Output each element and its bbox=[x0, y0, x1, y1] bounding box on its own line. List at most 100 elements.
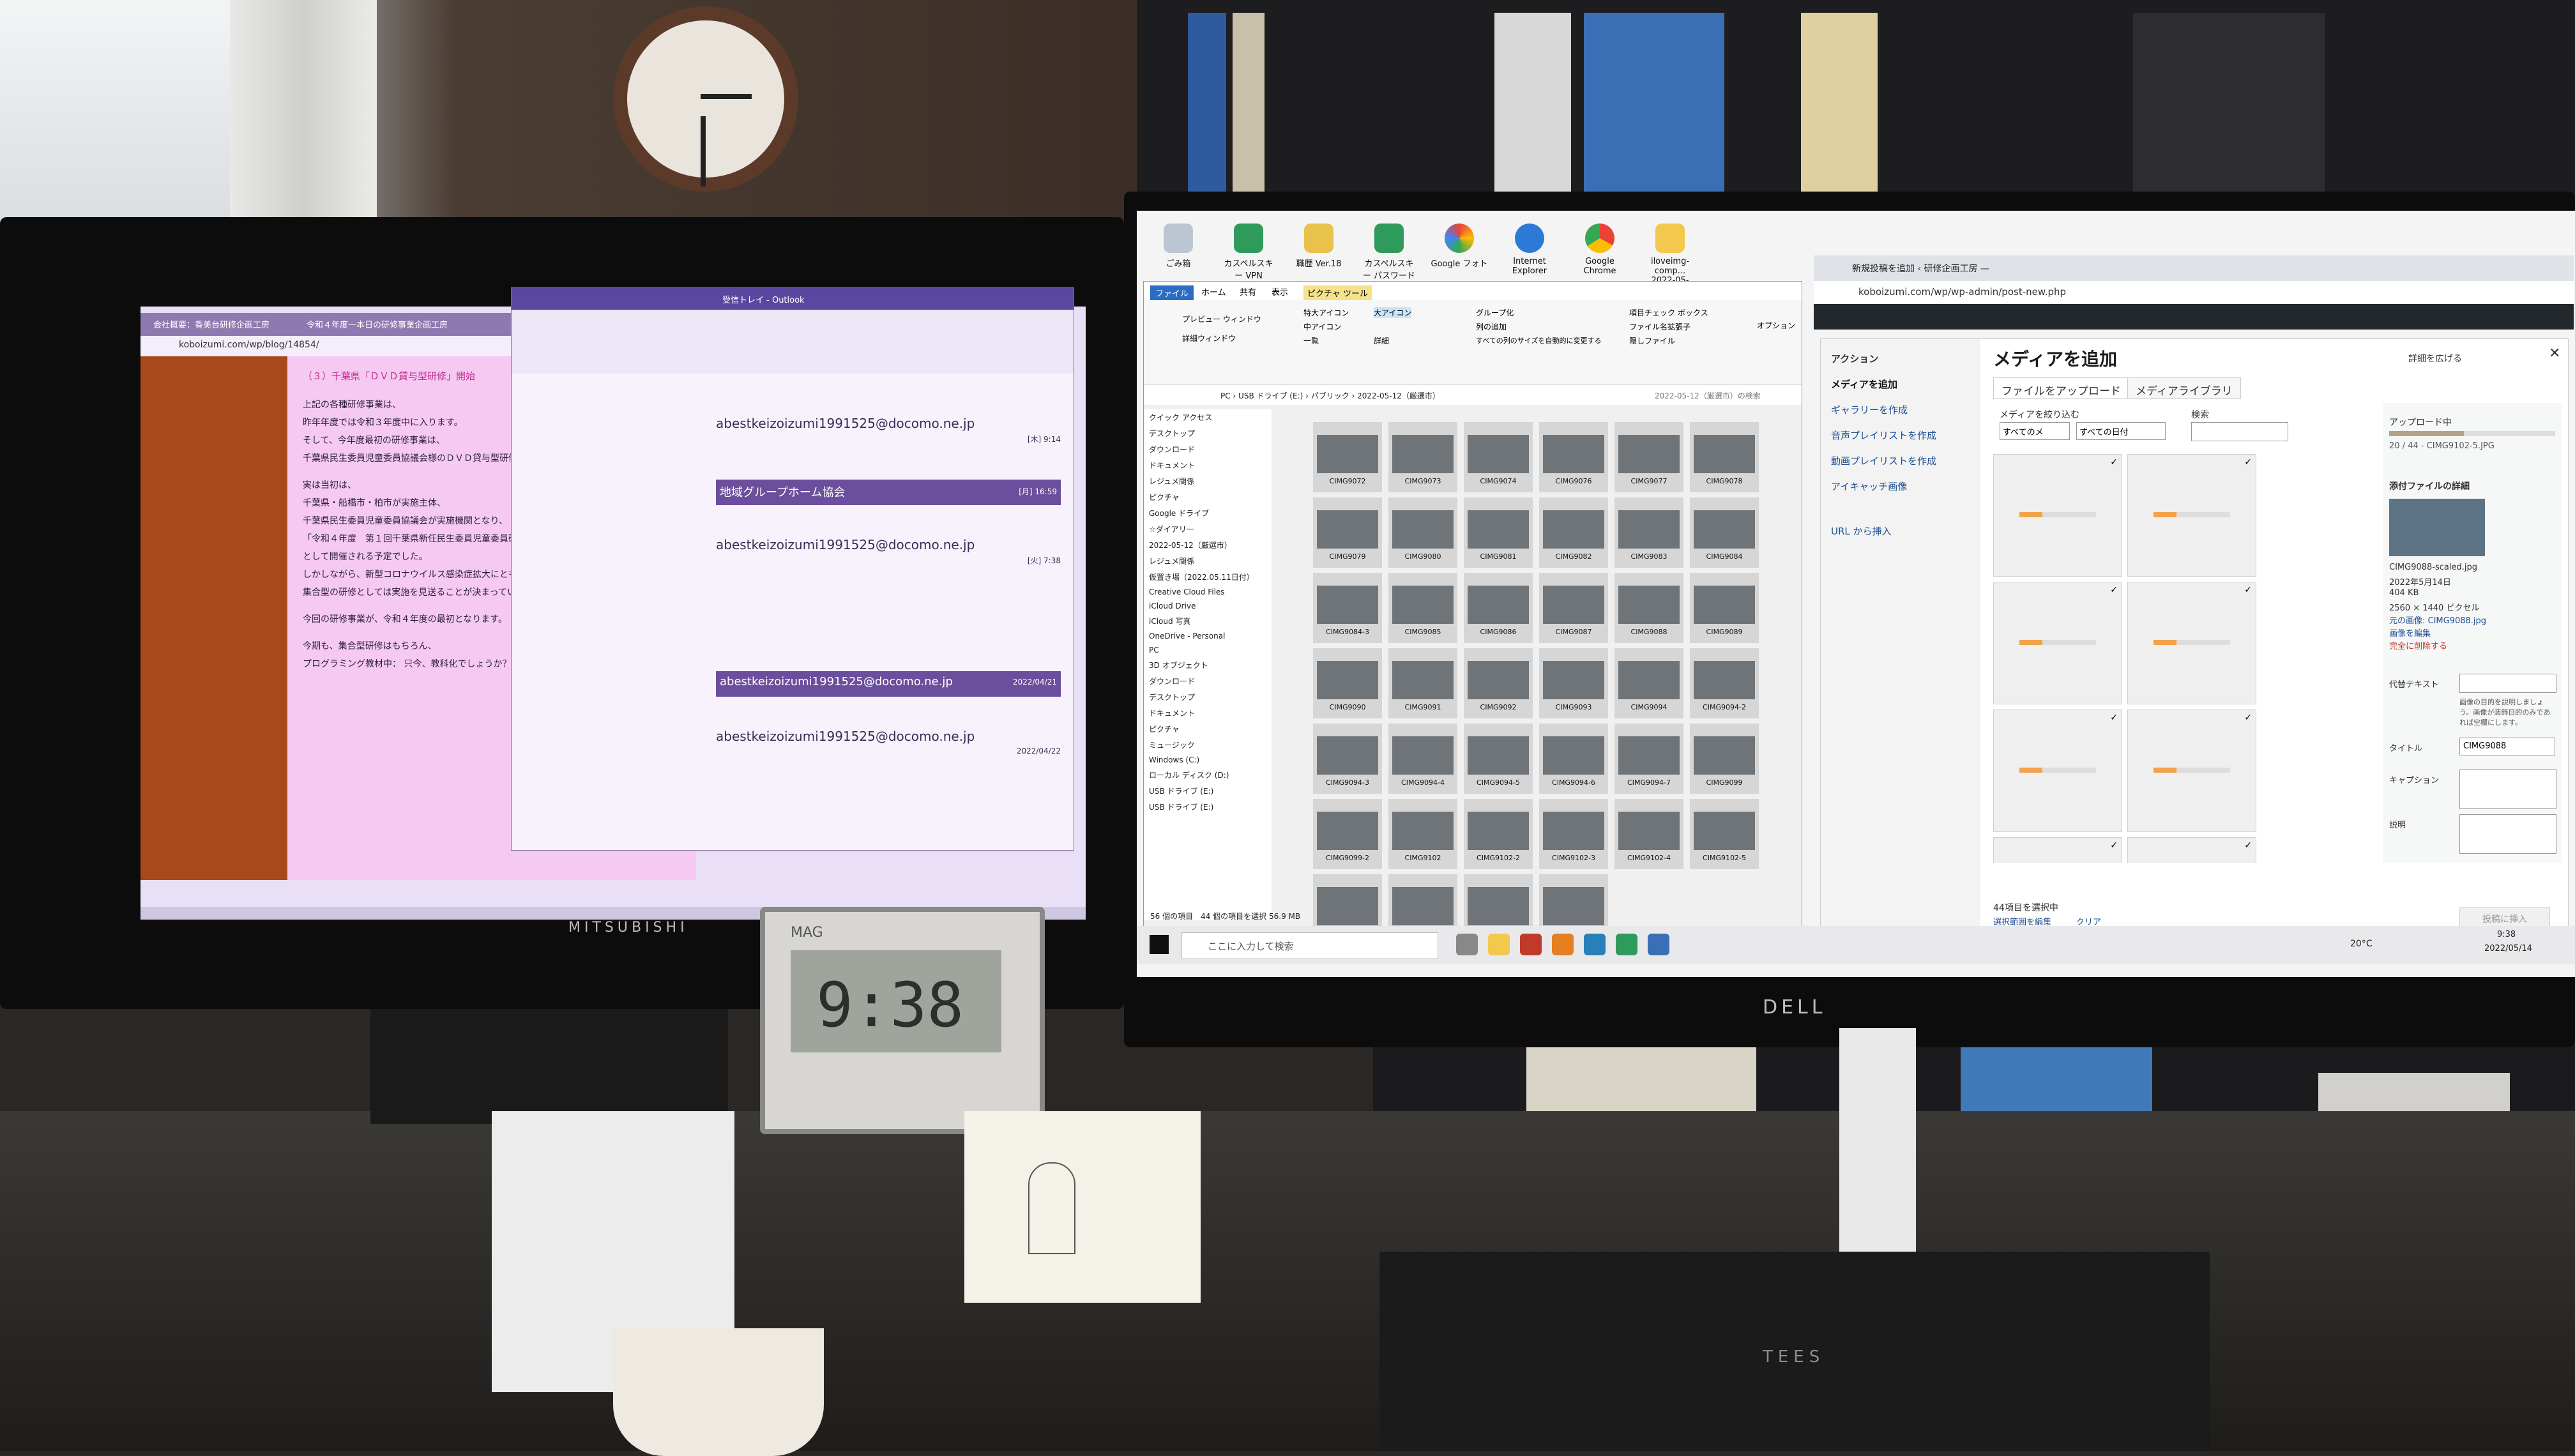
explorer-thumbnail[interactable]: CIMG9102-3 bbox=[1539, 799, 1608, 869]
explorer-thumbnail[interactable]: CIMG9102-2 bbox=[1464, 799, 1533, 869]
explorer-thumbnail[interactable]: CIMG9078 bbox=[1690, 422, 1759, 492]
wp-menu-audio-playlist[interactable]: 音声プレイリストを作成 bbox=[1831, 428, 1936, 442]
wp-expand-details-link[interactable]: 詳細を広げる bbox=[2408, 352, 2462, 365]
explorer-nav-item[interactable]: 仮置き場（2022.05.11日付） bbox=[1144, 569, 1272, 585]
explorer-nav-item[interactable]: ミュージック bbox=[1144, 737, 1272, 753]
wp-alt-input[interactable] bbox=[2459, 674, 2556, 693]
desktop-icon-recycle-bin[interactable]: ごみ箱 bbox=[1150, 224, 1207, 269]
address-input[interactable]: koboizumi.com/wp/blog/14854/ bbox=[179, 340, 319, 350]
wp-media-item[interactable]: ✓ bbox=[2127, 454, 2256, 577]
wp-media-item[interactable]: ✓ bbox=[2127, 837, 2256, 863]
explorer-nav-item[interactable]: ローカル ディスク (D:) bbox=[1144, 767, 1272, 783]
close-icon[interactable]: ✕ bbox=[2549, 345, 2560, 361]
explorer-thumbnail[interactable]: CIMG9077 bbox=[1614, 422, 1683, 492]
ribbon-options[interactable]: オプション bbox=[1757, 320, 1795, 331]
app-icon[interactable] bbox=[1520, 934, 1542, 955]
explorer-thumbnail[interactable]: CIMG9094-4 bbox=[1388, 724, 1457, 794]
browser-tab[interactable]: 会社概要：香美台研修企画工房 bbox=[153, 318, 270, 330]
explorer-nav-item[interactable]: USB ドライブ (E:) bbox=[1144, 799, 1272, 815]
wp-media-item[interactable]: ✓ bbox=[2127, 582, 2256, 704]
explorer-path[interactable]: PC › USB ドライブ (E:) › パブリック › 2022-05-12（… bbox=[1220, 390, 1440, 401]
mail-item[interactable]: abestkeizoizumi1991525@docomo.ne.jp 2022… bbox=[716, 729, 1061, 755]
wp-media-item[interactable]: ✓ bbox=[1993, 837, 2122, 863]
mail-item-selected[interactable]: 地域グループホーム協会 [月] 16:59 bbox=[716, 480, 1061, 505]
desktop-icon-chrome[interactable]: Google Chrome bbox=[1571, 224, 1629, 276]
explorer-thumbnail[interactable]: CIMG9079 bbox=[1313, 497, 1382, 568]
desktop-icon-ie[interactable]: Internet Explorer bbox=[1501, 224, 1558, 276]
explorer-thumbnail[interactable]: CIMG9084 bbox=[1690, 497, 1759, 568]
explorer-thumbnail[interactable]: CIMG9102 bbox=[1388, 799, 1457, 869]
wp-menu-featured-image[interactable]: アイキャッチ画像 bbox=[1831, 480, 1907, 493]
explorer-thumbnail[interactable]: CIMG9085 bbox=[1388, 573, 1457, 643]
ribbon-medium-icons[interactable]: 中アイコン bbox=[1303, 321, 1341, 332]
desktop-icon-vpn[interactable]: カスペルスキー VPN bbox=[1220, 224, 1277, 281]
wp-menu-insert-from-url[interactable]: URL から挿入 bbox=[1831, 524, 1892, 538]
wp-title-input[interactable]: CIMG9088 bbox=[2459, 738, 2555, 755]
wp-menu-add-media[interactable]: メディアを追加 bbox=[1831, 377, 1897, 391]
ribbon-details[interactable]: 詳細 bbox=[1374, 335, 1389, 346]
tab-home[interactable]: ホーム bbox=[1201, 285, 1226, 298]
ribbon-group-by[interactable]: グループ化 bbox=[1476, 307, 1514, 318]
explorer-nav-item[interactable]: レジュメ関係 bbox=[1144, 553, 1272, 569]
tab-share[interactable]: 共有 bbox=[1240, 285, 1256, 298]
explorer-nav-item[interactable]: iCloud 写真 bbox=[1144, 613, 1272, 629]
wp-menu-video-playlist[interactable]: 動画プレイリストを作成 bbox=[1831, 454, 1936, 467]
wp-filter-type-select[interactable]: すべてのメ bbox=[2000, 422, 2070, 440]
ribbon-extra-large-icons[interactable]: 特大アイコン bbox=[1303, 307, 1349, 318]
tab-view[interactable]: 表示 bbox=[1272, 285, 1288, 298]
explorer-thumbnail[interactable]: CIMG9089 bbox=[1690, 573, 1759, 643]
tab-media-library[interactable]: メディアライブラリ bbox=[2127, 377, 2241, 399]
explorer-nav-item[interactable]: 2022-05-12（厳選市） bbox=[1144, 537, 1272, 553]
explorer-nav-item[interactable]: Windows (C:) bbox=[1144, 753, 1272, 767]
explorer-nav-item[interactable]: デスクトップ bbox=[1144, 425, 1272, 441]
wp-original-image-link[interactable]: 元の画像: CIMG9088.jpg bbox=[2389, 614, 2486, 626]
explorer-thumbnail[interactable]: CIMG9080 bbox=[1388, 497, 1457, 568]
ribbon-large-icons[interactable]: 大アイコン bbox=[1374, 307, 1412, 318]
chrome-url-input[interactable]: koboizumi.com/wp/wp-admin/post-new.php bbox=[1858, 286, 2066, 298]
explorer-thumbnail[interactable]: CIMG9083 bbox=[1614, 497, 1683, 568]
ribbon-file-extensions[interactable]: ファイル名拡張子 bbox=[1629, 321, 1690, 332]
firefox-icon[interactable] bbox=[1552, 934, 1574, 955]
explorer-nav-item[interactable]: ドキュメント bbox=[1144, 457, 1272, 473]
mail-item[interactable]: abestkeizoizumi1991525@docomo.ne.jp [木] … bbox=[716, 416, 1061, 444]
mail-item[interactable]: abestkeizoizumi1991525@docomo.ne.jp [火] … bbox=[716, 537, 1061, 565]
taskbar-clock-date[interactable]: 2022/05/14 bbox=[2484, 944, 2532, 953]
explorer-thumbnail[interactable]: CIMG9074 bbox=[1464, 422, 1533, 492]
explorer-thumbnail[interactable]: CIMG9099-2 bbox=[1313, 799, 1382, 869]
explorer-nav-item[interactable]: ピクチャ bbox=[1144, 721, 1272, 737]
explorer-nav-item[interactable]: 3D オブジェクト bbox=[1144, 657, 1272, 673]
explorer-nav-item[interactable]: ピクチャ bbox=[1144, 489, 1272, 505]
explorer-thumbnail[interactable]: CIMG9102-5 bbox=[1690, 799, 1759, 869]
taskbar-clock-time[interactable]: 9:38 bbox=[2497, 930, 2516, 939]
weather-temperature[interactable]: 20°C bbox=[2350, 939, 2373, 949]
explorer-search-input[interactable]: 2022-05-12（厳選市）の検索 bbox=[1655, 390, 1761, 401]
explorer-nav-item[interactable]: クイック アクセス bbox=[1144, 409, 1272, 425]
explorer-nav-item[interactable]: ☆ダイアリー bbox=[1144, 521, 1272, 537]
explorer-thumbnail[interactable]: CIMG9094-5 bbox=[1464, 724, 1533, 794]
explorer-nav-item[interactable]: iCloud Drive bbox=[1144, 599, 1272, 613]
mail-item-selected[interactable]: abestkeizoizumi1991525@docomo.ne.jp 2022… bbox=[716, 671, 1061, 697]
explorer-thumbnail[interactable]: CIMG9086 bbox=[1464, 573, 1533, 643]
browser-tab-active[interactable]: 令和４年度一本日の研修事業企画工房 bbox=[307, 318, 448, 330]
wp-media-item[interactable]: ✓ bbox=[1993, 454, 2122, 577]
explorer-nav-item[interactable]: USB ドライブ (E:) bbox=[1144, 783, 1272, 799]
tab-picture-tools[interactable]: ピクチャ ツール bbox=[1303, 285, 1372, 300]
explorer-thumbnail[interactable]: CIMG9076 bbox=[1539, 422, 1608, 492]
ribbon-item-checkboxes[interactable]: 項目チェック ボックス bbox=[1629, 307, 1708, 318]
ribbon-size-columns[interactable]: すべての列のサイズを自動的に変更する bbox=[1476, 335, 1601, 345]
explorer-thumbnail[interactable]: CIMG9094-3 bbox=[1313, 724, 1382, 794]
explorer-nav-item[interactable]: OneDrive - Personal bbox=[1144, 629, 1272, 643]
desktop-icon-resume[interactable]: 職歴 Ver.18 bbox=[1290, 224, 1348, 269]
explorer-thumbnail[interactable]: CIMG9102-4 bbox=[1614, 799, 1683, 869]
explorer-thumbnail[interactable]: CIMG9094 bbox=[1614, 648, 1683, 718]
file-explorer-icon[interactable] bbox=[1488, 934, 1510, 955]
wp-delete-link[interactable]: 完全に削除する bbox=[2389, 639, 2447, 651]
chrome-tab-active[interactable]: 新規投稿を追加 ‹ 研修企画工房 — bbox=[1852, 262, 1989, 275]
explorer-thumbnail[interactable]: CIMG9084-3 bbox=[1313, 573, 1382, 643]
app-icon[interactable] bbox=[1616, 934, 1637, 955]
wp-filter-date-select[interactable]: すべての日付 bbox=[2076, 422, 2166, 440]
explorer-thumbnail[interactable]: CIMG9081 bbox=[1464, 497, 1533, 568]
wp-description-textarea[interactable] bbox=[2459, 814, 2556, 854]
tab-file[interactable]: ファイル bbox=[1150, 285, 1194, 300]
explorer-thumbnail[interactable]: CIMG9082 bbox=[1539, 497, 1608, 568]
